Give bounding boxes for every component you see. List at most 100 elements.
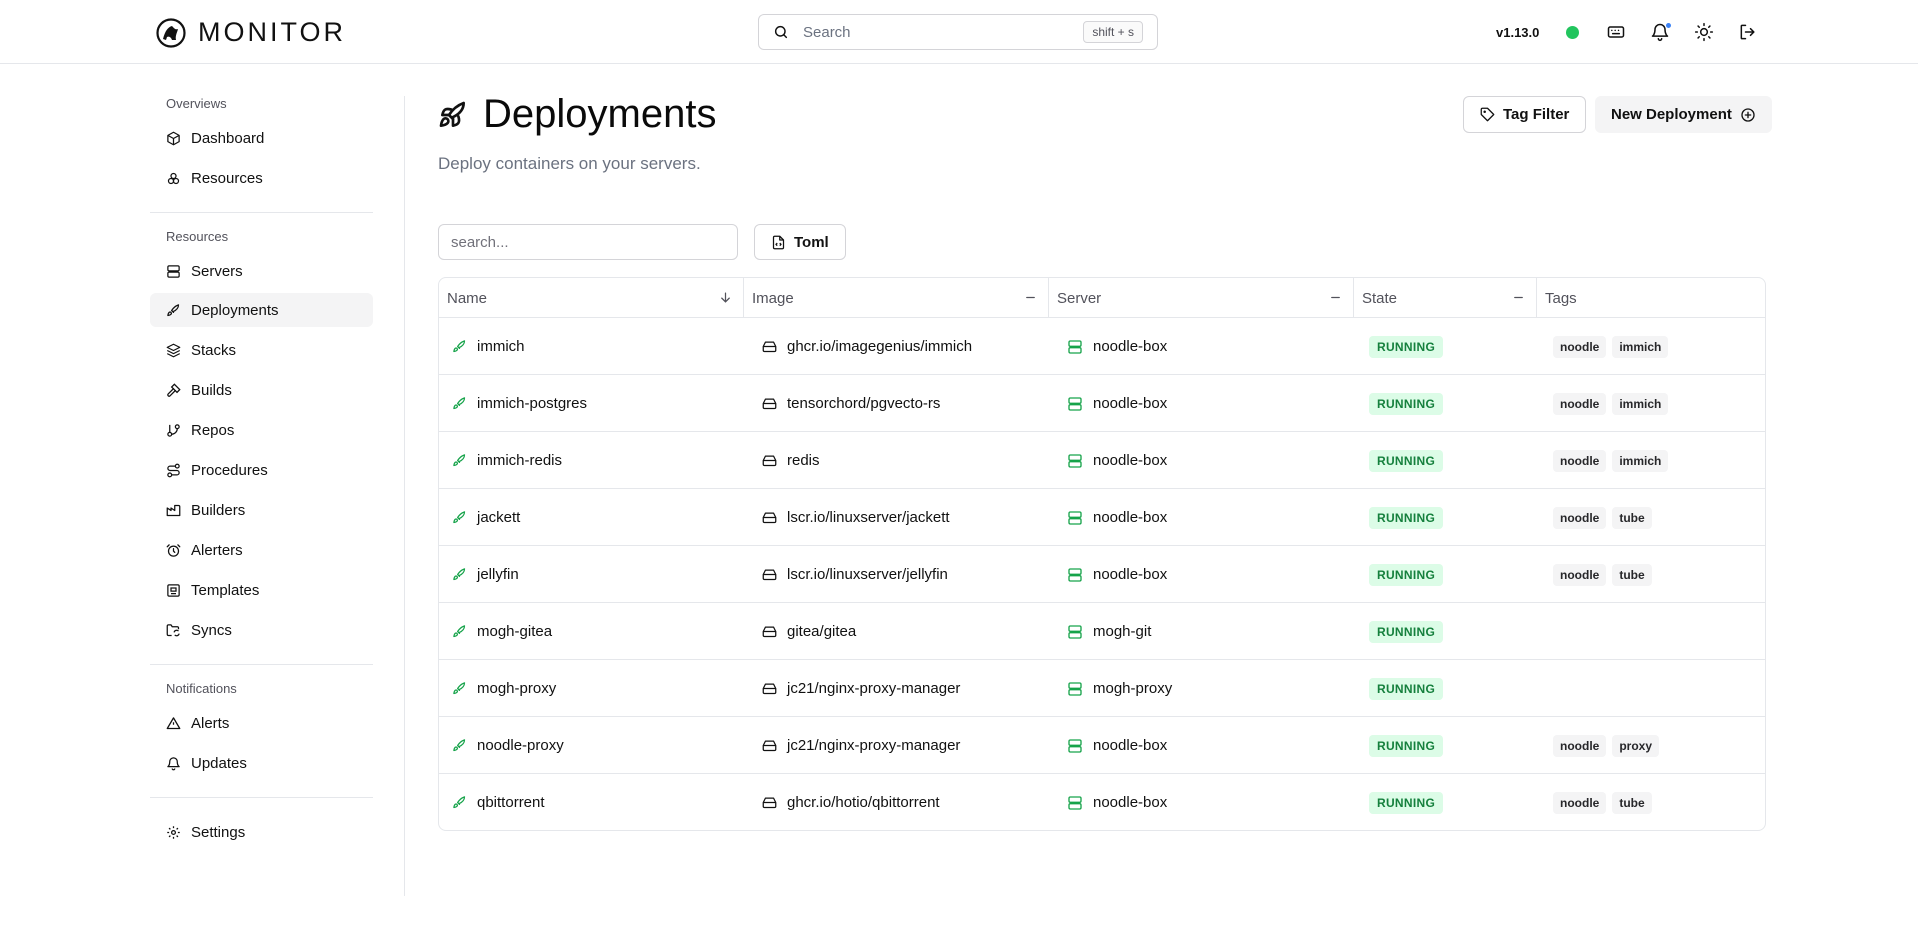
sidebar-item-deployments[interactable]: Deployments: [150, 293, 373, 327]
server-cell[interactable]: noodle-box: [1067, 774, 1167, 830]
name-cell[interactable]: mogh-gitea: [452, 603, 552, 660]
sidebar-item-builders[interactable]: Builders: [150, 493, 373, 527]
logout-icon[interactable]: [1738, 22, 1758, 42]
column-header-server[interactable]: Server: [1049, 278, 1354, 318]
server-name[interactable]: noodle-box: [1093, 395, 1167, 412]
deployment-name[interactable]: noodle-proxy: [477, 737, 564, 754]
server-name[interactable]: mogh-proxy: [1093, 680, 1172, 697]
tag-badge[interactable]: noodle: [1553, 791, 1607, 814]
tag-badge[interactable]: immich: [1612, 335, 1669, 358]
sidebar-item-settings[interactable]: Settings: [150, 815, 373, 849]
server-name[interactable]: mogh-git: [1093, 623, 1151, 640]
toml-button[interactable]: Toml: [754, 224, 846, 260]
deployment-name[interactable]: mogh-gitea: [477, 623, 552, 640]
sidebar-item-alerts[interactable]: Alerts: [150, 706, 373, 740]
name-cell[interactable]: immich: [452, 318, 525, 375]
minus-icon[interactable]: [1328, 290, 1343, 305]
table-row[interactable]: immich-postgres tensorchord/pgvecto-rs noo…: [439, 375, 1765, 432]
server-name[interactable]: noodle-box: [1093, 338, 1167, 355]
sidebar-item-updates[interactable]: Updates: [150, 746, 373, 780]
table-row[interactable]: mogh-proxy jc21/nginx-proxy-manager mogh-p…: [439, 660, 1765, 717]
tag-badge[interactable]: noodle: [1553, 335, 1607, 358]
server-name[interactable]: noodle-box: [1093, 452, 1167, 469]
server-name[interactable]: noodle-box: [1093, 737, 1167, 754]
deployment-name[interactable]: immich-postgres: [477, 395, 587, 412]
column-header-name[interactable]: Name: [439, 278, 744, 318]
tag-badge[interactable]: tube: [1612, 791, 1652, 814]
tag-badge[interactable]: noodle: [1553, 392, 1607, 415]
server-cell[interactable]: noodle-box: [1067, 546, 1167, 603]
sidebar-item-label: Updates: [191, 754, 247, 772]
sidebar-item-templates[interactable]: Templates: [150, 573, 373, 607]
sidebar-divider: [150, 212, 373, 213]
deployment-name[interactable]: mogh-proxy: [477, 680, 556, 697]
minus-icon[interactable]: [1511, 290, 1526, 305]
page-header: Deployments: [437, 92, 716, 137]
table-row[interactable]: mogh-gitea gitea/gitea mogh-git RUNNING: [439, 603, 1765, 660]
name-cell[interactable]: noodle-proxy: [452, 717, 564, 774]
column-header-state[interactable]: State: [1354, 278, 1537, 318]
tag-badge[interactable]: tube: [1612, 563, 1652, 586]
alarm-clock-icon: [166, 543, 181, 558]
state-cell: RUNNING: [1369, 546, 1444, 603]
server-cell[interactable]: noodle-box: [1067, 375, 1167, 432]
deployment-name[interactable]: immich-redis: [477, 452, 562, 469]
sun-icon[interactable]: [1694, 22, 1714, 42]
global-search[interactable]: Search shift + s: [758, 14, 1158, 50]
sidebar-item-servers[interactable]: Servers: [150, 254, 373, 288]
server-name[interactable]: noodle-box: [1093, 794, 1167, 811]
table-row[interactable]: jackett lscr.io/linuxserver/jackett noodle…: [439, 489, 1765, 546]
tag-badge[interactable]: immich: [1612, 449, 1669, 472]
brand[interactable]: MONITOR: [156, 17, 346, 48]
name-cell[interactable]: mogh-proxy: [452, 660, 556, 717]
server-cell[interactable]: noodle-box: [1067, 318, 1167, 375]
new-deployment-button[interactable]: New Deployment: [1595, 96, 1772, 133]
name-cell[interactable]: jellyfin: [452, 546, 519, 603]
name-cell[interactable]: immich-postgres: [452, 375, 587, 432]
keyboard-icon[interactable]: [1606, 22, 1626, 42]
server-name[interactable]: noodle-box: [1093, 566, 1167, 583]
deployment-name[interactable]: jackett: [477, 509, 520, 526]
tag-badge[interactable]: noodle: [1553, 563, 1607, 586]
sidebar-item-dashboard[interactable]: Dashboard: [150, 121, 373, 155]
tag-badge[interactable]: noodle: [1553, 506, 1607, 529]
server-cell[interactable]: noodle-box: [1067, 717, 1167, 774]
sidebar-item-procedures[interactable]: Procedures: [150, 453, 373, 487]
status-badge: RUNNING: [1369, 734, 1444, 757]
server-cell[interactable]: mogh-proxy: [1067, 660, 1172, 717]
deployment-name[interactable]: qbittorrent: [477, 794, 545, 811]
column-label: Tags: [1545, 289, 1577, 307]
column-header-image[interactable]: Image: [744, 278, 1049, 318]
tag-badge[interactable]: tube: [1612, 506, 1652, 529]
sidebar-item-resources[interactable]: Resources: [150, 161, 373, 195]
server-cell[interactable]: mogh-git: [1067, 603, 1151, 660]
server-cell[interactable]: noodle-box: [1067, 432, 1167, 489]
tag-badge[interactable]: immich: [1612, 392, 1669, 415]
sidebar-item-repos[interactable]: Repos: [150, 413, 373, 447]
sidebar-item-stacks[interactable]: Stacks: [150, 333, 373, 367]
deployment-name[interactable]: jellyfin: [477, 566, 519, 583]
state-cell: RUNNING: [1369, 375, 1444, 432]
deployment-name[interactable]: immich: [477, 338, 525, 355]
hammer-icon: [166, 382, 181, 398]
name-cell[interactable]: jackett: [452, 489, 520, 546]
minus-icon[interactable]: [1023, 290, 1038, 305]
sidebar-item-alerters[interactable]: Alerters: [150, 533, 373, 567]
name-cell[interactable]: qbittorrent: [452, 774, 545, 830]
table-row[interactable]: jellyfin lscr.io/linuxserver/jellyfin nood…: [439, 546, 1765, 603]
server-name[interactable]: noodle-box: [1093, 509, 1167, 526]
tag-filter-button[interactable]: Tag Filter: [1463, 96, 1587, 133]
sort-arrow-down-icon[interactable]: [718, 290, 733, 305]
tag-badge[interactable]: proxy: [1612, 734, 1660, 757]
table-row[interactable]: noodle-proxy jc21/nginx-proxy-manager nood…: [439, 717, 1765, 774]
deployment-search-input[interactable]: [438, 224, 738, 260]
table-row[interactable]: immich-redis redis noodle-box RUNNING noodle…: [439, 432, 1765, 489]
sidebar-item-syncs[interactable]: Syncs: [150, 613, 373, 647]
table-row[interactable]: immich ghcr.io/imagegenius/immich noodle-b…: [439, 318, 1765, 375]
tag-badge[interactable]: noodle: [1553, 449, 1607, 472]
name-cell[interactable]: immich-redis: [452, 432, 562, 489]
sidebar-item-builds[interactable]: Builds: [150, 373, 373, 407]
tag-badge[interactable]: noodle: [1553, 734, 1607, 757]
server-cell[interactable]: noodle-box: [1067, 489, 1167, 546]
table-row[interactable]: qbittorrent ghcr.io/hotio/qbittorrent nood…: [439, 774, 1765, 830]
